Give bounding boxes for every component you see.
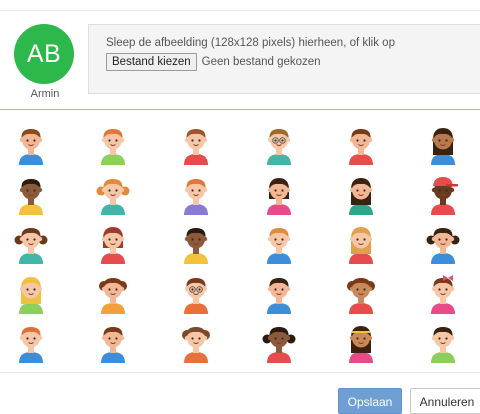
child-avatar-icon — [96, 178, 130, 215]
avatar-option[interactable] — [14, 224, 48, 264]
avatar-option[interactable] — [14, 323, 48, 363]
avatar-option[interactable] — [262, 274, 296, 314]
child-avatar-icon — [19, 129, 43, 165]
avatar-option[interactable] — [96, 224, 130, 264]
top-divider — [0, 10, 480, 11]
child-avatar-icon — [349, 227, 373, 264]
image-dropzone[interactable]: Sleep de afbeelding (128x128 pixels) hie… — [88, 24, 480, 94]
section-divider — [0, 109, 480, 110]
file-input-row: Bestand kiezen Geen bestand gekozen — [106, 53, 480, 71]
avatar-row — [0, 323, 480, 373]
child-avatar-icon — [19, 178, 43, 215]
child-avatar-icon — [267, 277, 291, 314]
avatar-option[interactable] — [426, 224, 460, 264]
child-avatar-icon — [349, 177, 373, 215]
child-avatar-icon — [431, 274, 455, 314]
avatar-option[interactable] — [344, 125, 378, 165]
avatar-option[interactable] — [96, 274, 130, 314]
child-avatar-icon — [14, 228, 48, 264]
avatar-option[interactable] — [426, 125, 460, 165]
child-avatar-icon — [431, 327, 455, 363]
avatar-row — [0, 175, 480, 225]
avatar-option[interactable] — [14, 125, 48, 165]
child-avatar-icon — [99, 277, 127, 314]
avatar-option[interactable] — [179, 175, 213, 215]
child-avatar-icon — [267, 177, 291, 215]
child-avatar-icon — [184, 129, 208, 165]
child-avatar-icon — [182, 327, 210, 363]
dropzone-instruction: Sleep de afbeelding (128x128 pixels) hie… — [106, 37, 395, 49]
cancel-button[interactable]: Annuleren — [410, 388, 480, 414]
avatar-option[interactable] — [179, 323, 213, 363]
child-avatar-icon — [101, 129, 125, 165]
avatar-option[interactable] — [344, 323, 378, 363]
child-avatar-icon — [184, 178, 208, 215]
choose-file-button[interactable]: Bestand kiezen — [106, 53, 197, 71]
child-avatar-icon — [262, 327, 296, 363]
child-avatar-icon — [347, 277, 375, 314]
footer-divider — [0, 372, 480, 373]
child-avatar-icon — [349, 129, 373, 165]
avatar-option[interactable] — [179, 125, 213, 165]
avatar-option[interactable] — [344, 175, 378, 215]
avatar[interactable]: AB — [14, 24, 74, 84]
avatar-option[interactable] — [262, 125, 296, 165]
profile-block: AB Armin — [14, 24, 76, 100]
avatar-option[interactable] — [179, 274, 213, 314]
avatar-option[interactable] — [96, 175, 130, 215]
child-avatar-icon — [431, 128, 455, 165]
child-avatar-icon — [19, 327, 43, 363]
avatar-option[interactable] — [426, 175, 460, 215]
child-avatar-icon — [267, 129, 291, 165]
child-avatar-icon — [349, 326, 373, 363]
child-avatar-icon — [184, 228, 208, 264]
avatar-name-label: Armin — [30, 88, 60, 100]
avatar-option[interactable] — [344, 224, 378, 264]
avatar-option[interactable] — [344, 274, 378, 314]
avatar-option[interactable] — [426, 323, 460, 363]
avatar-row — [0, 125, 480, 175]
avatar-option[interactable] — [262, 224, 296, 264]
child-avatar-icon — [184, 277, 208, 314]
child-avatar-icon — [267, 228, 291, 264]
child-avatar-icon — [101, 227, 125, 264]
avatar-option[interactable] — [14, 274, 48, 314]
avatar-row — [0, 274, 480, 324]
avatar-option[interactable] — [262, 323, 296, 363]
child-avatar-icon — [101, 327, 125, 363]
file-status-text: Geen bestand gekozen — [201, 56, 321, 68]
avatar-option[interactable] — [96, 323, 130, 363]
avatar-option[interactable] — [96, 125, 130, 165]
avatar-option[interactable] — [262, 175, 296, 215]
child-avatar-icon — [426, 228, 460, 264]
avatar-option[interactable] — [426, 274, 460, 314]
avatar-option[interactable] — [14, 175, 48, 215]
child-avatar-icon — [431, 176, 458, 215]
save-button[interactable]: Opslaan — [338, 388, 402, 414]
child-avatar-icon — [19, 276, 43, 314]
avatar-option[interactable] — [179, 224, 213, 264]
avatar-row — [0, 224, 480, 274]
